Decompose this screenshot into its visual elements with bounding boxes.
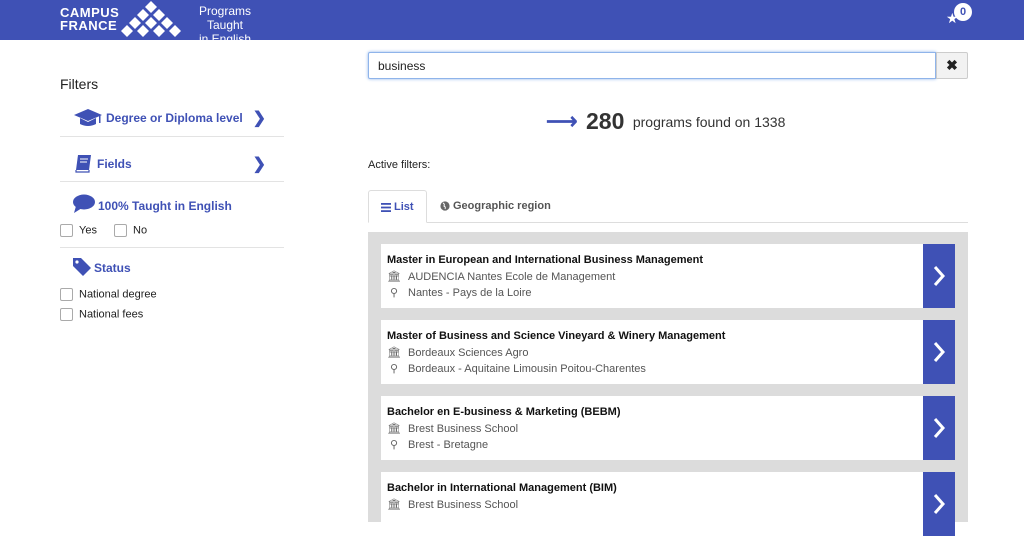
arrow-right-icon: ⟶ bbox=[546, 108, 578, 134]
map-marker-icon: ⚲ bbox=[389, 287, 399, 299]
results-summary: ⟶ 280 programs found on 1338 bbox=[546, 108, 785, 135]
national-degree-checkbox[interactable]: National degree bbox=[60, 288, 157, 301]
program-school: 🏛 AUDENCIA Nantes Ecole de Management bbox=[387, 270, 615, 283]
institution-icon: 🏛 bbox=[387, 347, 401, 359]
results-suffix: programs found on 1338 bbox=[632, 113, 786, 130]
close-icon: ✖ bbox=[946, 57, 958, 73]
filter-label-fields: Fields bbox=[97, 157, 132, 171]
filter-label-degree: Degree or Diploma level bbox=[106, 111, 243, 125]
chevron-right-icon: ❯ bbox=[252, 110, 266, 127]
globe-icon bbox=[440, 201, 450, 211]
tab-geo-label: Geographic region bbox=[453, 200, 551, 212]
school-name: Brest Business School bbox=[408, 423, 519, 435]
graduation-cap-icon bbox=[74, 109, 102, 126]
program-school: 🏛 Bordeaux Sciences Agro bbox=[387, 346, 528, 359]
subtitle-line-1: Programs Taught bbox=[198, 4, 251, 32]
program-card[interactable]: Bachelor in International Management (BI… bbox=[381, 472, 955, 536]
tab-list[interactable]: List bbox=[368, 190, 427, 223]
open-program-button[interactable] bbox=[923, 396, 955, 460]
top-header: CAMPUS FRANCE Programs Taught in English… bbox=[0, 0, 1024, 46]
program-school: 🏛 Brest Business School bbox=[387, 422, 518, 435]
checkbox-label: National degree bbox=[79, 288, 157, 301]
favorites-count-badge: 0 bbox=[954, 3, 972, 21]
school-name: Brest Business School bbox=[408, 499, 519, 511]
logo-subtitle: Programs Taught in English bbox=[182, 4, 268, 46]
institution-icon: 🏛 bbox=[387, 271, 401, 283]
chevron-right-icon: ❯ bbox=[252, 156, 266, 173]
chevron-right-icon bbox=[933, 266, 946, 286]
results-count: 280 bbox=[586, 108, 625, 134]
program-card[interactable]: Master in European and International Bus… bbox=[381, 244, 955, 308]
clear-search-button[interactable]: ✖ bbox=[936, 52, 968, 79]
program-title[interactable]: Master in European and International Bus… bbox=[387, 254, 703, 266]
checkbox-box[interactable] bbox=[60, 288, 73, 301]
filter-label-status: Status bbox=[94, 261, 131, 275]
open-program-button[interactable] bbox=[923, 320, 955, 384]
search-input[interactable] bbox=[368, 52, 936, 79]
tab-list-label: List bbox=[394, 201, 414, 213]
location-name: Nantes - Pays de la Loire bbox=[408, 287, 532, 299]
checkbox-box[interactable] bbox=[60, 224, 73, 237]
logo-diamond-icon bbox=[121, 1, 181, 37]
checkbox-label: No bbox=[133, 224, 148, 237]
school-name: AUDENCIA Nantes Ecole de Management bbox=[408, 271, 616, 283]
program-title[interactable]: Bachelor en E-business & Marketing (BEBM… bbox=[387, 406, 621, 418]
english-no-checkbox[interactable]: No bbox=[114, 224, 147, 237]
view-tabs: List Geographic region bbox=[368, 190, 968, 223]
book-icon bbox=[75, 155, 91, 173]
filter-fields[interactable]: Fields ❯ bbox=[60, 137, 284, 182]
filter-label-english: 100% Taught in English bbox=[98, 199, 232, 213]
program-title[interactable]: Bachelor in International Management (BI… bbox=[387, 482, 617, 494]
chevron-right-icon bbox=[933, 494, 946, 514]
campus-france-logo[interactable]: CAMPUS FRANCE bbox=[60, 6, 119, 32]
program-location: ⚲ Nantes - Pays de la Loire bbox=[387, 286, 532, 299]
active-filters-label: Active filters: bbox=[368, 159, 431, 171]
speech-bubble-icon bbox=[73, 194, 95, 213]
tag-icon bbox=[73, 258, 91, 276]
institution-icon: 🏛 bbox=[387, 423, 401, 435]
open-program-button[interactable] bbox=[923, 472, 955, 536]
chevron-right-icon bbox=[933, 418, 946, 438]
checkbox-box[interactable] bbox=[114, 224, 127, 237]
program-location: ⚲ Bordeaux - Aquitaine Limousin Poitou-Ch… bbox=[387, 362, 646, 375]
chevron-right-icon bbox=[933, 342, 946, 362]
checkbox-box[interactable] bbox=[60, 308, 73, 321]
filter-status: Status National degree National fees bbox=[60, 248, 284, 328]
open-program-button[interactable] bbox=[923, 244, 955, 308]
tab-geographic-region[interactable]: Geographic region bbox=[428, 190, 563, 223]
program-title[interactable]: Master of Business and Science Vineyard … bbox=[387, 330, 725, 342]
program-card[interactable]: Bachelor en E-business & Marketing (BEBM… bbox=[381, 396, 955, 460]
filter-degree-level[interactable]: Degree or Diploma level ❯ bbox=[60, 100, 284, 137]
list-icon bbox=[381, 202, 391, 212]
national-fees-checkbox[interactable]: National fees bbox=[60, 308, 143, 321]
subtitle-line-2: in English bbox=[198, 32, 252, 46]
checkbox-label: National fees bbox=[79, 308, 144, 321]
map-marker-icon: ⚲ bbox=[389, 363, 399, 375]
checkbox-label: Yes bbox=[79, 224, 97, 237]
location-name: Brest - Bretagne bbox=[408, 439, 489, 451]
program-location: ⚲ Brest - Bretagne bbox=[387, 438, 488, 451]
program-school: 🏛 Brest Business School bbox=[387, 498, 518, 511]
filters-title: Filters bbox=[60, 76, 99, 92]
english-yes-checkbox[interactable]: Yes bbox=[60, 224, 97, 237]
program-card[interactable]: Master of Business and Science Vineyard … bbox=[381, 320, 955, 384]
school-name: Bordeaux Sciences Agro bbox=[408, 347, 529, 359]
program-list: Master in European and International Bus… bbox=[368, 232, 968, 536]
institution-icon: 🏛 bbox=[387, 499, 401, 511]
location-name: Bordeaux - Aquitaine Limousin Poitou-Cha… bbox=[408, 363, 646, 375]
map-marker-icon: ⚲ bbox=[389, 439, 399, 451]
logo-line-2: FRANCE bbox=[60, 18, 118, 33]
filter-taught-in-english: 100% Taught in English Yes No bbox=[60, 182, 284, 248]
